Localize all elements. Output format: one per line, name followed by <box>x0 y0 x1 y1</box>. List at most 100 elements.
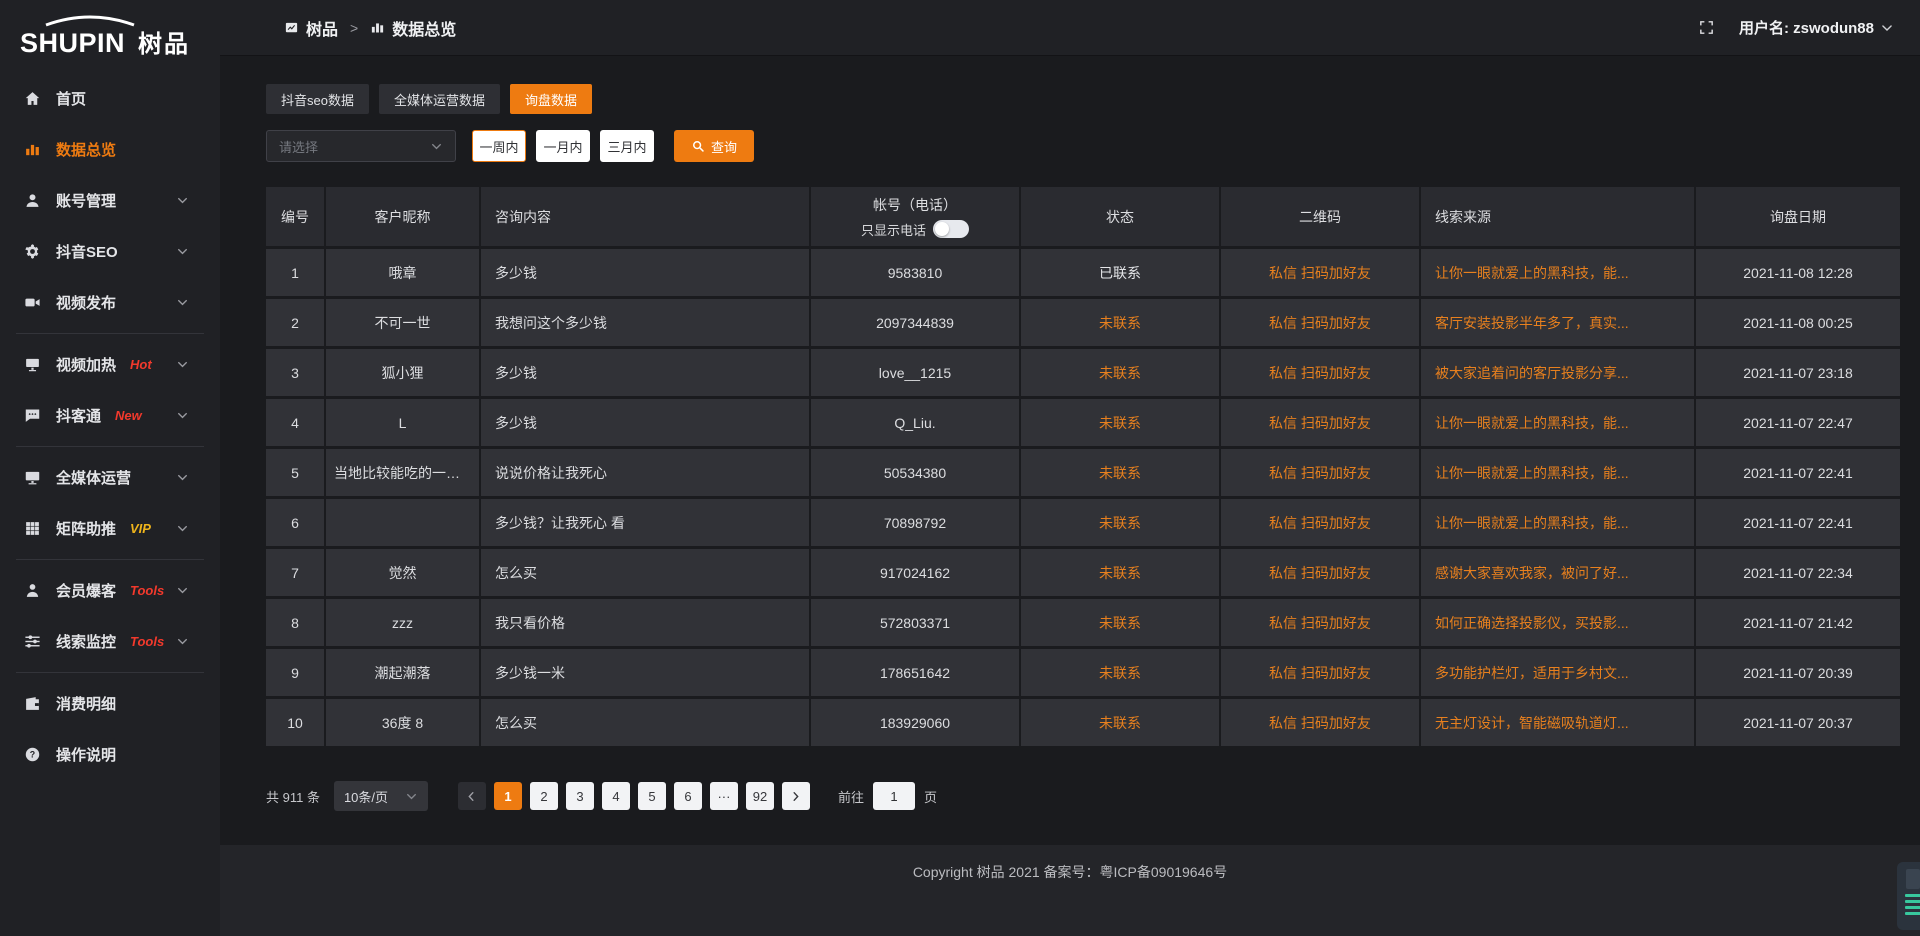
cell-date: 2021-11-07 23:18 <box>1696 349 1902 399</box>
sidebar-item-matrix-boost[interactable]: 矩阵助推VIP <box>0 503 220 554</box>
goto-label: 前往 <box>838 787 864 806</box>
cell-source-link[interactable]: 感谢大家喜欢我家，被问了好... <box>1421 549 1696 599</box>
column-header: 询盘日期 <box>1696 187 1902 249</box>
cell-source-link[interactable]: 多功能护栏灯，适用于乡村文... <box>1421 649 1696 699</box>
cell-qr-links[interactable]: 私信 扫码加好友 <box>1221 699 1421 749</box>
cell-no: 1 <box>266 249 326 299</box>
cell-nickname: zzz <box>326 599 481 649</box>
sidebar-item-video-heat[interactable]: 视频加热Hot <box>0 339 220 390</box>
cell-account: 183929060 <box>811 699 1021 749</box>
page-button-1[interactable]: 1 <box>494 782 522 810</box>
cell-source-link[interactable]: 让你一眼就爱上的黑科技，能... <box>1421 499 1696 549</box>
cell-source-link[interactable]: 无主灯设计，智能磁吸轨道灯... <box>1421 699 1696 749</box>
tab-douyin-seo-data[interactable]: 抖音seo数据 <box>266 84 369 114</box>
sidebar-item-badge: New <box>115 408 142 423</box>
period-button[interactable]: 三月内 <box>600 130 654 162</box>
page-button-6[interactable]: 6 <box>674 782 702 810</box>
sidebar-item-media-ops[interactable]: 全媒体运营 <box>0 452 220 503</box>
sidebar-item-account[interactable]: 账号管理 <box>0 175 220 226</box>
cell-qr-links[interactable]: 私信 扫码加好友 <box>1221 599 1421 649</box>
sidebar-item-lead-monitor[interactable]: 线索监控Tools <box>0 616 220 667</box>
cell-content: 多少钱 <box>481 399 811 449</box>
cell-source-link[interactable]: 让你一眼就爱上的黑科技，能... <box>1421 449 1696 499</box>
page-button-5[interactable]: 5 <box>638 782 666 810</box>
next-page-button[interactable] <box>782 782 810 810</box>
cell-date: 2021-11-07 20:39 <box>1696 649 1902 699</box>
sidebar-item-consume-detail[interactable]: 消费明细 <box>0 678 220 729</box>
cell-qr-links[interactable]: 私信 扫码加好友 <box>1221 349 1421 399</box>
table-row: 6多少钱？让我死心 看70898792未联系私信 扫码加好友让你一眼就爱上的黑科… <box>266 499 1902 549</box>
table-row: 8zzz我只看价格572803371未联系私信 扫码加好友如何正确选择投影仪，买… <box>266 599 1902 649</box>
chevron-down-icon <box>176 635 189 648</box>
cell-source-link[interactable]: 被大家追着问的客厅投影分享... <box>1421 349 1696 399</box>
cell-qr-links[interactable]: 私信 扫码加好友 <box>1221 399 1421 449</box>
breadcrumb-root[interactable]: 树品 <box>306 16 338 40</box>
floating-widget-lines <box>1897 894 1920 915</box>
sidebar-item-help[interactable]: ?操作说明 <box>0 729 220 780</box>
cell-qr-links[interactable]: 私信 扫码加好友 <box>1221 499 1421 549</box>
page-button-92[interactable]: 92 <box>746 782 774 810</box>
sidebar-item-label: 会员爆客 <box>56 580 116 601</box>
page-size-label: 10条/页 <box>344 787 388 806</box>
sidebar-item-label: 线索监控 <box>56 631 116 652</box>
sidebar-item-member-blast[interactable]: 会员爆客Tools <box>0 565 220 616</box>
sidebar-item-data-overview[interactable]: 数据总览 <box>0 124 220 175</box>
username-label[interactable]: 用户名: zswodun88 <box>1739 17 1874 38</box>
filter-select[interactable]: 请选择 <box>266 130 456 162</box>
board-icon <box>284 20 299 35</box>
query-button[interactable]: 查询 <box>674 130 754 162</box>
more-pages-button[interactable]: ··· <box>710 782 738 810</box>
cell-no: 6 <box>266 499 326 549</box>
phone-only-toggle[interactable] <box>933 220 969 238</box>
period-button[interactable]: 一月内 <box>536 130 590 162</box>
sidebar-item-douyin-seo[interactable]: 抖音SEO <box>0 226 220 277</box>
period-buttons: 一周内一月内三月内 <box>472 130 664 162</box>
cell-source-link[interactable]: 让你一眼就爱上的黑科技，能... <box>1421 399 1696 449</box>
chevron-right-icon <box>789 790 802 803</box>
page-button-4[interactable]: 4 <box>602 782 630 810</box>
cell-source-link[interactable]: 客厅安装投影半年多了，真实... <box>1421 299 1696 349</box>
page-size-select[interactable]: 10条/页 <box>334 781 428 811</box>
prev-page-button[interactable] <box>458 782 486 810</box>
fullscreen-icon[interactable] <box>1698 19 1715 36</box>
question-icon: ? <box>24 746 41 763</box>
table-row: 7觉然怎么买917024162未联系私信 扫码加好友感谢大家喜欢我家，被问了好.… <box>266 549 1902 599</box>
goto-page-input[interactable]: 1 <box>873 782 915 810</box>
sidebar-item-label: 数据总览 <box>56 139 116 160</box>
svg-text:?: ? <box>30 750 35 760</box>
cell-source-link[interactable]: 如何正确选择投影仪，买投影... <box>1421 599 1696 649</box>
page-button-3[interactable]: 3 <box>566 782 594 810</box>
sidebar-item-home[interactable]: 首页 <box>0 73 220 124</box>
chevron-down-icon[interactable] <box>1880 21 1894 35</box>
chevron-down-icon <box>176 358 189 371</box>
top-header: 树品 > 数据总览 用户名: zswodun88 <box>220 0 1920 56</box>
tab-inquiry-data[interactable]: 询盘数据 <box>510 84 592 114</box>
cell-qr-links[interactable]: 私信 扫码加好友 <box>1221 649 1421 699</box>
period-button[interactable]: 一周内 <box>472 130 526 162</box>
chevron-down-icon <box>176 245 189 258</box>
brand-logo[interactable]: SHUPIN 树品 <box>0 0 220 65</box>
tab-media-ops-data[interactable]: 全媒体运营数据 <box>379 84 500 114</box>
cell-qr-links[interactable]: 私信 扫码加好友 <box>1221 549 1421 599</box>
data-tabs: 抖音seo数据全媒体运营数据询盘数据 <box>266 84 1902 114</box>
sidebar-item-video-publish[interactable]: 视频发布 <box>0 277 220 328</box>
cell-qr-links[interactable]: 私信 扫码加好友 <box>1221 449 1421 499</box>
goto-unit: 页 <box>924 787 937 806</box>
floating-widget[interactable] <box>1897 862 1920 930</box>
cell-no: 4 <box>266 399 326 449</box>
cell-content: 多少钱 <box>481 349 811 399</box>
cell-status: 未联系 <box>1021 499 1221 549</box>
cell-qr-links[interactable]: 私信 扫码加好友 <box>1221 299 1421 349</box>
sidebar-item-label: 账号管理 <box>56 190 116 211</box>
cell-no: 7 <box>266 549 326 599</box>
sidebar-item-label: 视频加热 <box>56 354 116 375</box>
page-button-2[interactable]: 2 <box>530 782 558 810</box>
chevron-down-icon <box>176 194 189 207</box>
cell-source-link[interactable]: 让你一眼就爱上的黑科技，能... <box>1421 249 1696 299</box>
cell-content: 怎么买 <box>481 549 811 599</box>
chevron-left-icon <box>465 790 478 803</box>
table-row: 1哦章多少钱9583810已联系私信 扫码加好友让你一眼就爱上的黑科技，能...… <box>266 249 1902 299</box>
table-row: 3狐小狸多少钱love__1215未联系私信 扫码加好友被大家追着问的客厅投影分… <box>266 349 1902 399</box>
sidebar-item-douketong[interactable]: 抖客通New <box>0 390 220 441</box>
cell-qr-links[interactable]: 私信 扫码加好友 <box>1221 249 1421 299</box>
